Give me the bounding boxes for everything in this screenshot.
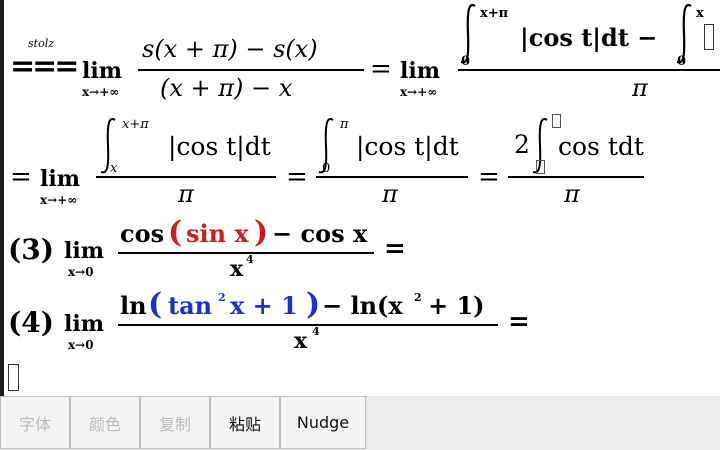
paste-button[interactable]: 粘贴 [210, 396, 280, 449]
font-button[interactable]: 字体 [0, 396, 70, 449]
fraction-2-bar [458, 69, 720, 71]
p4-paren-close: ) [306, 287, 321, 322]
fraction-7-bar [118, 324, 498, 326]
integrand-4: |cos t|dt [356, 132, 459, 161]
integral-1-lower: 0 [461, 54, 471, 69]
lim-sub-2: x→+∞ [400, 85, 438, 99]
lim-sub-4: x→0 [68, 265, 94, 279]
fraction-1-numerator: s(x + π) − s(x) [142, 35, 318, 63]
p3-den-exp: 4 [246, 253, 254, 266]
lim-sub-3: x→+∞ [40, 193, 78, 207]
fraction-5-bar [508, 176, 644, 178]
p4-paren-open: ( [148, 287, 163, 322]
problem-3-label: (3) [8, 233, 54, 266]
p3-den-x: x [230, 256, 244, 282]
p4-tan: tan [168, 291, 213, 320]
p4-den-x: x [294, 328, 308, 354]
lim-3: lim [40, 166, 80, 192]
equals-6: = [508, 307, 530, 337]
p3-sin-x: sin x [186, 219, 249, 248]
equals-3: = [286, 162, 308, 192]
p4-x-exp: 2 [414, 291, 422, 304]
lim-1: lim [82, 58, 122, 84]
p3-cos: cos [120, 219, 165, 248]
p4-den-exp: 4 [312, 325, 320, 338]
fraction-1-bar [138, 69, 364, 71]
equals-4: = [478, 162, 500, 192]
lim-sub-1: x→+∞ [82, 85, 120, 99]
lim-4: lim [64, 238, 104, 264]
lim-2: lim [400, 58, 440, 84]
copy-button[interactable]: 复制 [140, 396, 210, 449]
cursor-placeholder[interactable] [8, 364, 19, 391]
p4-plus-1: + 1) [428, 291, 485, 320]
integrand-1: |cos t|dt − [520, 23, 658, 52]
bottom-toolbar: 字体 颜色 复制 粘贴 Nudge [0, 396, 720, 450]
problem-4-label: (4) [8, 306, 54, 339]
equals-2: = [10, 162, 32, 192]
formula-editor[interactable]: stolz === lim x→+∞ s(x + π) − s(x) (x + … [0, 0, 720, 396]
fraction-1-denominator: (x + π) − x [160, 74, 293, 102]
lim-sub-5: x→0 [68, 338, 94, 352]
p4-x-plus-1: x + 1 [230, 291, 298, 320]
integral-4-lower: 0 [322, 161, 331, 176]
fraction-5-denominator: π [564, 180, 580, 208]
p3-paren-close: ) [254, 215, 269, 250]
integrand-5: cos tdt [558, 132, 644, 161]
lower-limit-placeholder[interactable] [536, 160, 545, 174]
integral-2-upper: x [696, 6, 704, 21]
fraction-4-denominator: π [382, 180, 398, 208]
integral-3-upper: x+π [122, 117, 149, 132]
fraction-3-denominator: π [178, 180, 194, 208]
equals-5: = [384, 234, 406, 264]
p4-tan-exp: 2 [218, 291, 226, 304]
fraction-4-bar [316, 176, 468, 178]
coefficient-2: 2 [514, 130, 530, 159]
integral-3-lower: x [110, 161, 118, 176]
upper-limit-placeholder[interactable] [552, 114, 561, 128]
lim-5: lim [64, 311, 104, 337]
p3-paren-open: ( [168, 215, 183, 250]
integrand-3: |cos t|dt [168, 132, 271, 161]
integral-4-upper: π [340, 117, 349, 132]
stolz-equals: === [10, 49, 79, 84]
color-button[interactable]: 颜色 [70, 396, 140, 449]
fraction-3-bar [96, 176, 276, 178]
stolz-label: stolz [28, 37, 55, 50]
integral-1-upper: x+π [480, 6, 509, 21]
p4-minus-ln-x: − ln(x [322, 291, 403, 320]
placeholder-box [704, 24, 714, 50]
fraction-2-denominator: π [632, 74, 648, 102]
integral-2-lower: 0 [677, 54, 687, 69]
editor-left-border [0, 0, 4, 396]
equals-1b: = [370, 54, 392, 84]
nudge-button[interactable]: Nudge [280, 396, 366, 449]
p3-minus-cos-x: − cos x [272, 219, 368, 248]
p4-ln: ln [120, 291, 147, 320]
